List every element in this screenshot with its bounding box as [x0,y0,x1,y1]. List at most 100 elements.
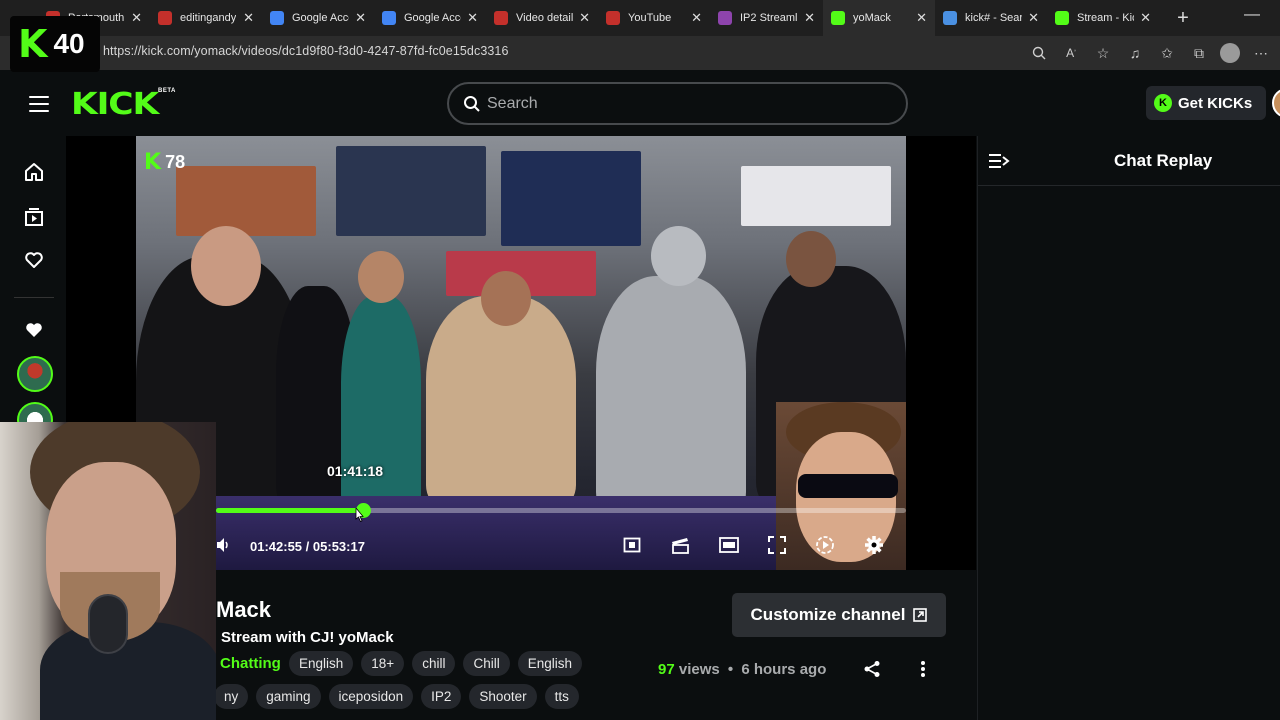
following-heart-outline-icon[interactable] [22,248,46,272]
tag-chip[interactable]: English [289,651,354,676]
miniplayer-icon[interactable] [621,534,643,556]
settings-gear-icon[interactable] [863,534,885,556]
browser-address-bar[interactable]: https://kick.com/yomack/videos/dc1d9f80-… [0,36,1280,70]
tag-chip[interactable]: gaming [256,684,321,709]
browser-tab[interactable]: YouTube ✕ [598,0,710,36]
tab-label: Google Acco [292,12,350,24]
close-tab-icon[interactable]: ✕ [1134,10,1151,26]
followed-channel-avatar[interactable] [17,356,53,392]
channel-name[interactable]: Mack [216,597,271,623]
tag-list: English 18+ chill Chill English [289,651,582,676]
browser-tab[interactable]: Video details ✕ [486,0,598,36]
clip-icon[interactable] [669,534,691,556]
person-silhouette [341,296,421,516]
url-text[interactable]: https://kick.com/yomack/videos/dc1d9f80-… [103,44,509,58]
tab-label: YouTube [628,12,672,24]
tag-chip[interactable]: ny [214,684,249,709]
more-icon[interactable]: ⋯ [1250,42,1272,64]
kicks-coin-icon: K [1154,94,1172,112]
browser-tab[interactable]: editingandy ✕ [150,0,262,36]
browser-tab[interactable]: yoMack ✕ [823,0,935,36]
tag-chip[interactable]: iceposidon [328,684,414,709]
sidebar-divider [14,297,54,298]
collapse-chat-icon[interactable] [988,152,1010,170]
tab-favicon-icon [831,11,845,25]
browser-tab[interactable]: kick# - Search✕ [935,0,1047,36]
person-silhouette [426,296,576,506]
beta-badge: BETA [158,88,176,94]
user-avatar[interactable] [1272,88,1280,118]
video-frame[interactable] [136,136,906,570]
tag-chip[interactable]: English [517,651,582,676]
close-tab-icon[interactable]: ✕ [349,10,366,26]
tab-favicon-icon [1055,11,1069,25]
close-tab-icon[interactable]: ✕ [1022,10,1039,26]
site-header: KICK BETA K Get KICKs [0,70,1280,136]
tag-chip[interactable]: Chill [463,651,510,676]
volume-icon[interactable] [216,536,230,554]
sunglasses [798,474,898,498]
progress-bar[interactable] [216,503,906,518]
current-time: 01:42:55 [250,539,303,554]
tag-chip[interactable]: chill [412,651,456,676]
fullscreen-icon[interactable] [766,534,788,556]
minimize-window-icon[interactable]: — [1244,6,1260,24]
kick-k-icon: K [144,150,162,175]
close-tab-icon[interactable]: ✕ [798,10,815,26]
close-tab-icon[interactable]: ✕ [910,10,927,26]
zoom-icon[interactable] [1028,42,1050,64]
tab-favicon-icon [382,11,396,25]
browser-tab[interactable]: Google Acco ✕ [374,0,486,36]
tag-chip[interactable]: Shooter [469,684,537,709]
time-separator: / [305,539,313,554]
read-aloud-icon[interactable]: Aʼ [1060,42,1082,64]
close-tab-icon[interactable]: ✕ [685,10,702,26]
close-tab-icon[interactable]: ✕ [125,10,142,26]
profile-avatar[interactable] [1220,43,1240,63]
background-banner [176,166,316,236]
close-tab-icon[interactable]: ✕ [461,10,478,26]
tag-chip[interactable]: tts [544,684,579,709]
favorite-star-icon[interactable]: ☆ [1092,42,1114,64]
search-input[interactable] [487,94,867,113]
following-heart-icon[interactable] [22,318,46,342]
views-count: 97 [658,661,675,678]
kick-follower-overlay: K 40 [10,16,100,72]
get-kicks-button[interactable]: K Get KICKs [1146,86,1266,120]
playback-speed-icon[interactable] [814,534,836,556]
customize-channel-button[interactable]: Customize channel [732,593,946,637]
browser-tab[interactable]: Stream - Kick✕ [1047,0,1159,36]
menu-icon[interactable] [29,96,49,112]
tab-label: Video details [516,12,574,24]
close-tab-icon[interactable]: ✕ [237,10,254,26]
tag-list: ny gaming iceposidon IP2 Shooter tts [214,684,579,709]
share-icon[interactable] [863,660,881,678]
tag-chip[interactable]: IP2 [421,684,462,709]
extensions-icon[interactable]: ♫ [1124,42,1146,64]
chat-title: Chat Replay [1114,151,1213,170]
video-age: 6 hours ago [741,661,827,678]
kick-k-icon: K [18,22,48,66]
viewer-count-badge: K 78 [144,150,185,175]
favorites-icon[interactable]: ✩ [1156,42,1178,64]
browser-tab[interactable]: Google Acco ✕ [262,0,374,36]
overlay-count: 40 [53,28,85,59]
category-link[interactable]: Chatting [220,655,281,672]
person-head [191,226,261,306]
theater-mode-icon[interactable] [718,534,740,556]
kick-logo[interactable]: KICK [71,87,159,122]
browse-icon[interactable] [22,205,46,229]
progress-fill [216,508,363,513]
player-controls: 01:42:55 / 05:53:17 [216,531,906,561]
tag-chip[interactable]: 18+ [361,651,405,676]
close-tab-icon[interactable]: ✕ [573,10,590,26]
viewer-count: 78 [165,152,186,172]
collections-icon[interactable]: ⧉ [1188,42,1210,64]
browser-tab[interactable]: IP2 Streamlist✕ [710,0,823,36]
tab-label: kick# - Search [965,12,1023,24]
home-icon[interactable] [22,160,46,184]
more-options-icon[interactable] [920,660,926,678]
new-tab-icon[interactable]: + [1171,7,1195,30]
microphone [88,594,128,654]
search-box[interactable] [447,82,908,125]
